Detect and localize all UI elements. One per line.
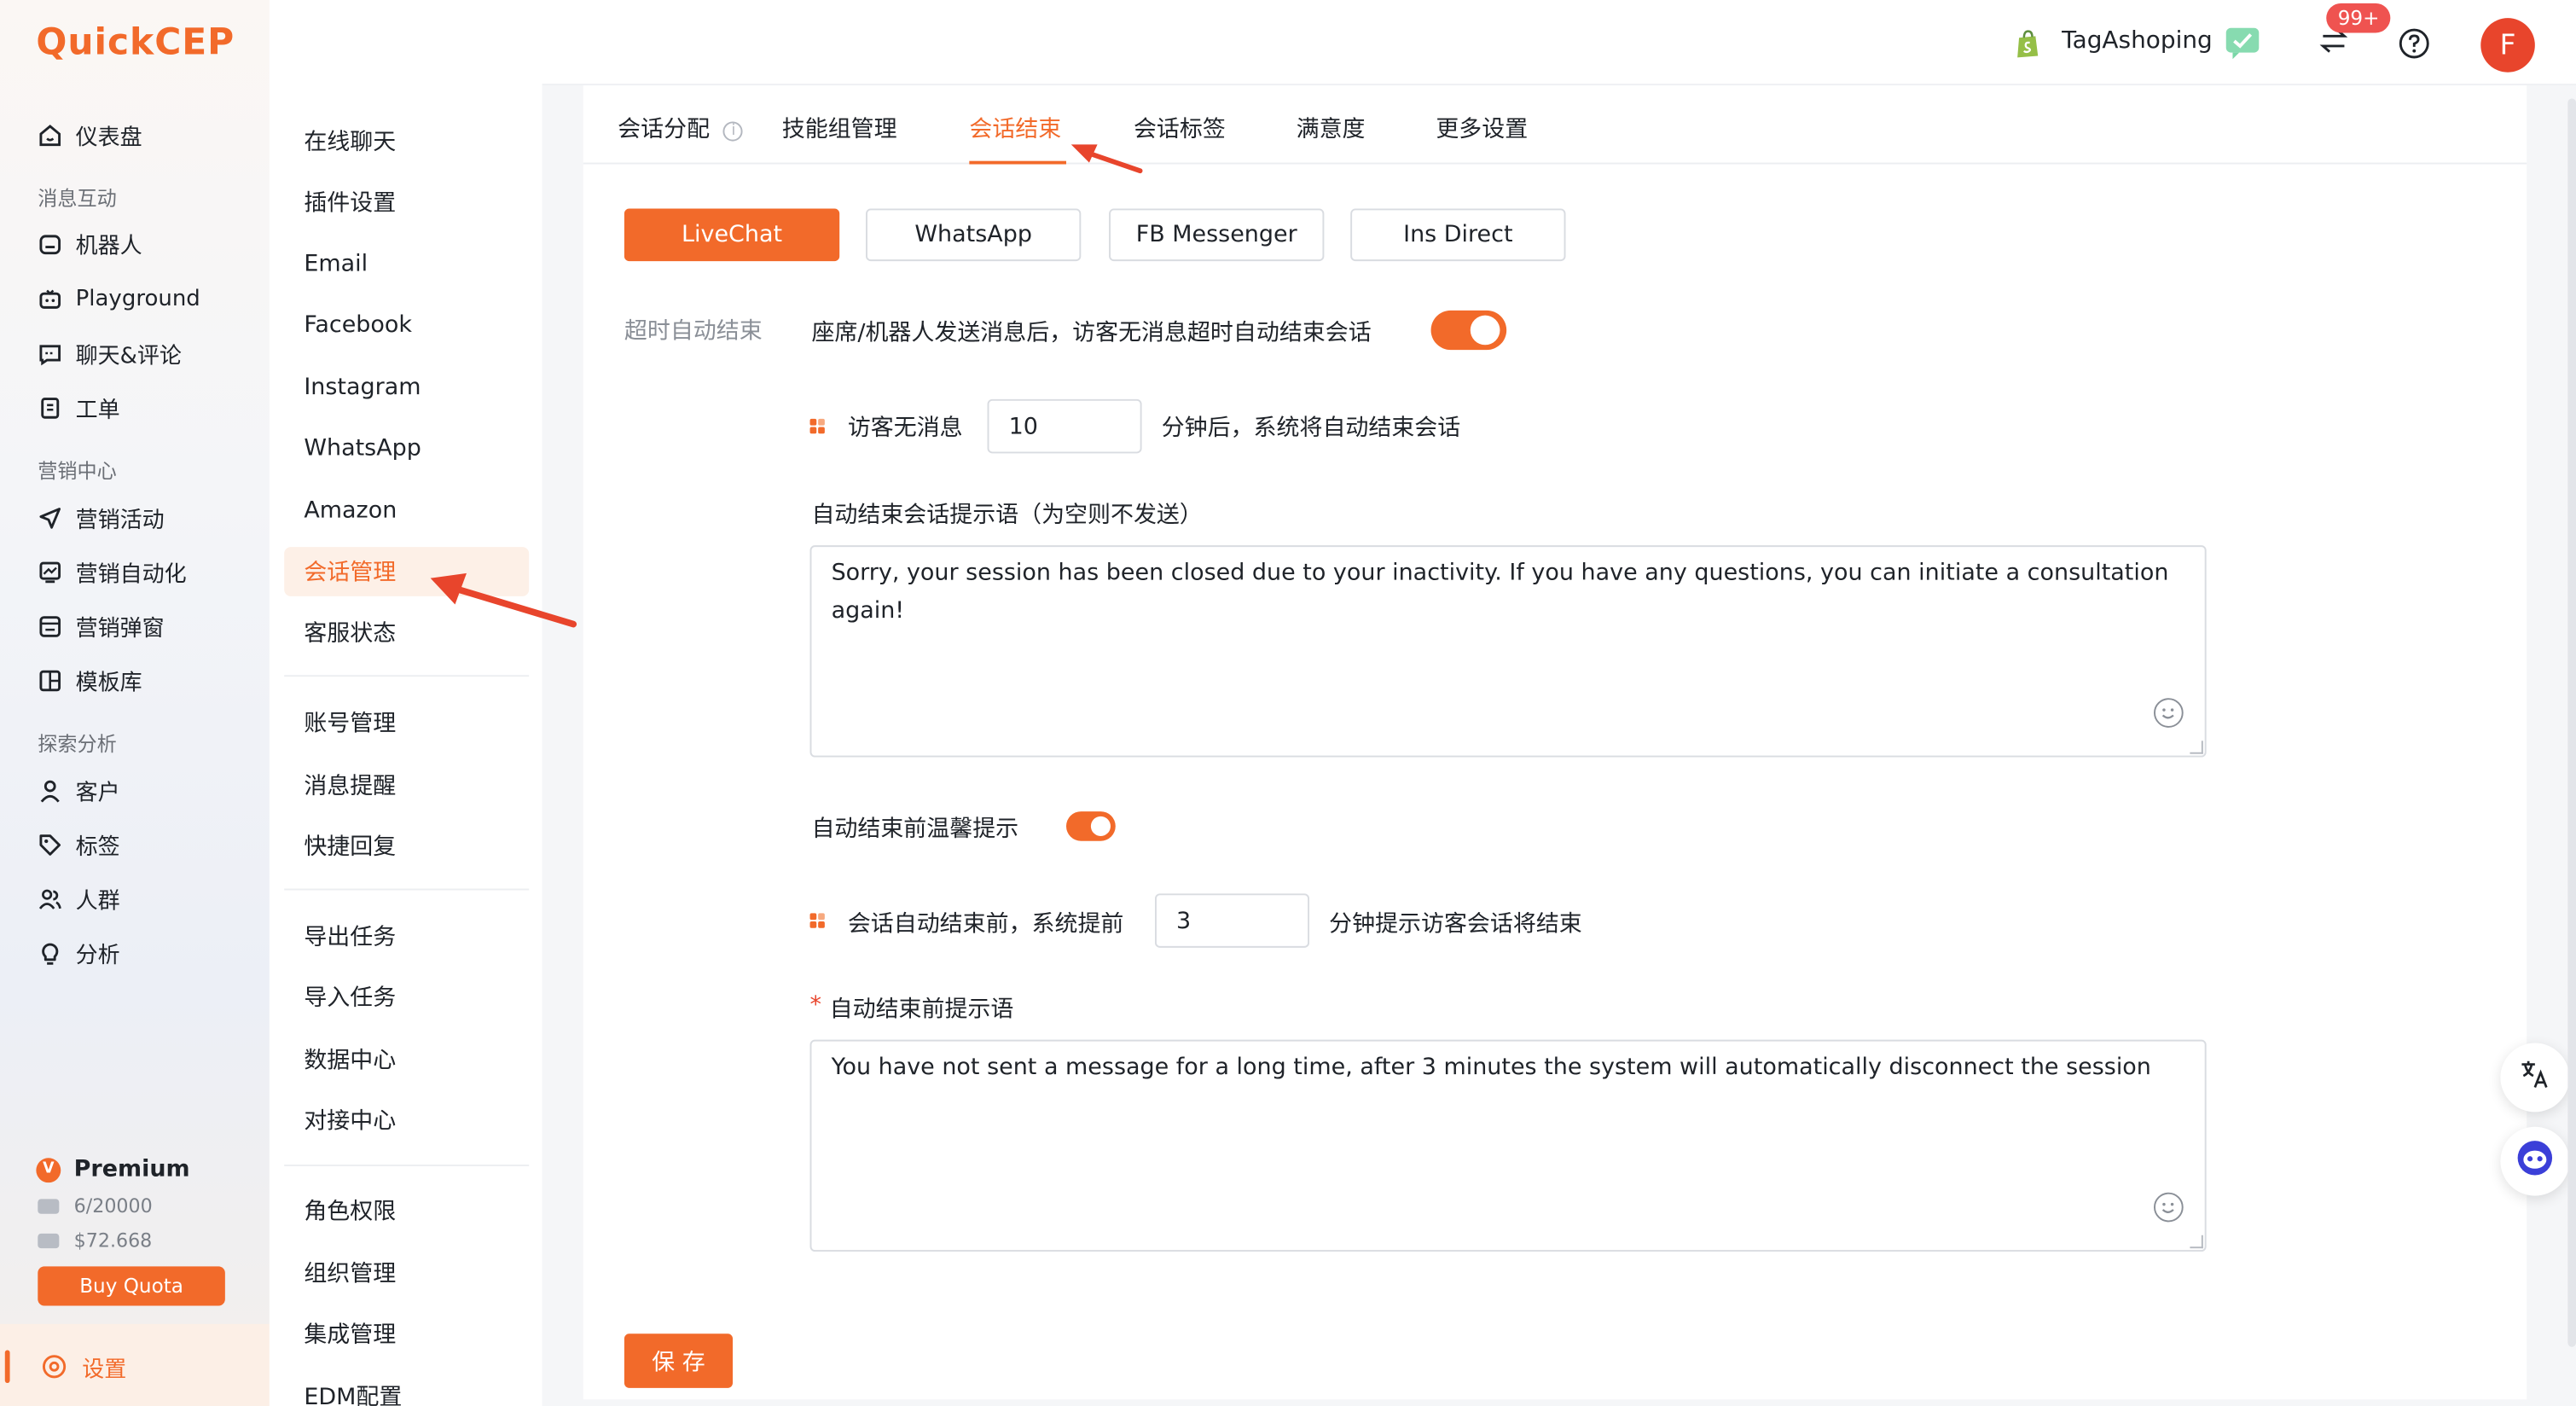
annotation-arrow-subnav — [430, 572, 577, 628]
annotation-arrow-tab — [1070, 144, 1143, 174]
annotation-arrows — [430, 144, 1143, 628]
